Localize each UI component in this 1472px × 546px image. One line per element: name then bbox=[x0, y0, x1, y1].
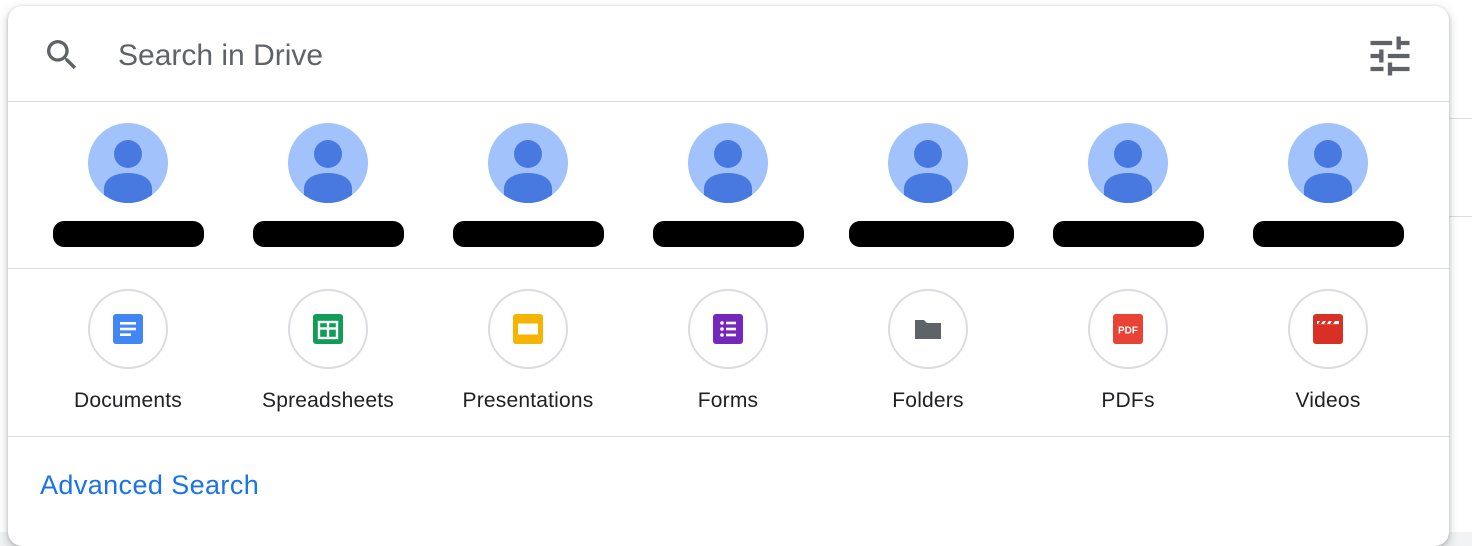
advanced-search-link[interactable]: Advanced Search bbox=[40, 470, 259, 501]
redacted-name bbox=[53, 221, 204, 247]
video-icon bbox=[1313, 314, 1343, 344]
filter-spreadsheets[interactable]: Spreadsheets bbox=[228, 269, 428, 436]
avatar bbox=[1088, 123, 1168, 203]
filter-label: Videos bbox=[1295, 389, 1361, 412]
filter-label: Presentations bbox=[462, 389, 594, 412]
filter-label: PDFs bbox=[1101, 389, 1155, 412]
background-divider bbox=[1448, 118, 1472, 119]
person-icon bbox=[1304, 140, 1352, 203]
filter-label: Documents bbox=[73, 389, 182, 412]
person-icon bbox=[1104, 140, 1152, 203]
person-suggestion[interactable] bbox=[1028, 102, 1228, 268]
person-suggestion[interactable] bbox=[1228, 102, 1428, 268]
redacted-name bbox=[1253, 221, 1404, 247]
avatar bbox=[288, 123, 368, 203]
file-type-filters: Documents Spreadsheets Presentations For… bbox=[8, 269, 1449, 436]
person-icon bbox=[104, 140, 152, 203]
search-input[interactable] bbox=[118, 28, 1218, 84]
filter-label: Spreadsheets bbox=[262, 389, 394, 412]
redacted-name bbox=[653, 221, 804, 247]
filter-icon-circle bbox=[1288, 289, 1368, 369]
search-options-icon[interactable] bbox=[1364, 30, 1416, 82]
filter-documents[interactable]: Documents bbox=[28, 269, 228, 436]
filter-label: Forms bbox=[697, 389, 759, 412]
filter-icon-circle bbox=[688, 289, 768, 369]
avatar bbox=[888, 123, 968, 203]
filter-label: Folders bbox=[892, 389, 964, 412]
person-icon bbox=[704, 140, 752, 203]
redacted-name bbox=[253, 221, 404, 247]
background-divider bbox=[1448, 216, 1472, 217]
search-dropdown-panel: Documents Spreadsheets Presentations bbox=[8, 6, 1449, 546]
avatar bbox=[688, 123, 768, 203]
pdf-icon: PDF bbox=[1113, 314, 1143, 344]
filter-icon-circle bbox=[88, 289, 168, 369]
avatar bbox=[488, 123, 568, 203]
avatar bbox=[1288, 123, 1368, 203]
person-icon bbox=[904, 140, 952, 203]
filter-icon-circle: PDF bbox=[1088, 289, 1168, 369]
redacted-name bbox=[849, 221, 1014, 247]
person-suggestion[interactable] bbox=[428, 102, 628, 268]
slides-icon bbox=[513, 314, 543, 344]
folder-icon bbox=[915, 320, 941, 339]
filter-folders[interactable]: Folders bbox=[828, 269, 1028, 436]
docs-icon bbox=[113, 314, 143, 344]
person-suggestion[interactable] bbox=[828, 102, 1028, 268]
filter-videos[interactable]: Videos bbox=[1228, 269, 1428, 436]
search-icon[interactable] bbox=[42, 35, 82, 75]
forms-icon bbox=[713, 314, 743, 344]
person-icon bbox=[504, 140, 552, 203]
sheets-icon bbox=[313, 314, 343, 344]
pdf-badge-text: PDF bbox=[1118, 326, 1138, 337]
filter-pdfs[interactable]: PDF PDFs bbox=[1028, 269, 1228, 436]
avatar bbox=[88, 123, 168, 203]
person-suggestion[interactable] bbox=[228, 102, 428, 268]
filter-icon-circle bbox=[488, 289, 568, 369]
filter-presentations[interactable]: Presentations bbox=[428, 269, 628, 436]
advanced-search-row: Advanced Search bbox=[8, 437, 1449, 537]
redacted-name bbox=[453, 221, 604, 247]
person-suggestion[interactable] bbox=[28, 102, 228, 268]
filter-forms[interactable]: Forms bbox=[628, 269, 828, 436]
filter-icon-circle bbox=[288, 289, 368, 369]
filter-icon-circle bbox=[888, 289, 968, 369]
person-icon bbox=[304, 140, 352, 203]
people-suggestions bbox=[8, 102, 1449, 268]
person-suggestion[interactable] bbox=[628, 102, 828, 268]
redacted-name bbox=[1053, 221, 1204, 247]
search-bar bbox=[8, 6, 1449, 101]
